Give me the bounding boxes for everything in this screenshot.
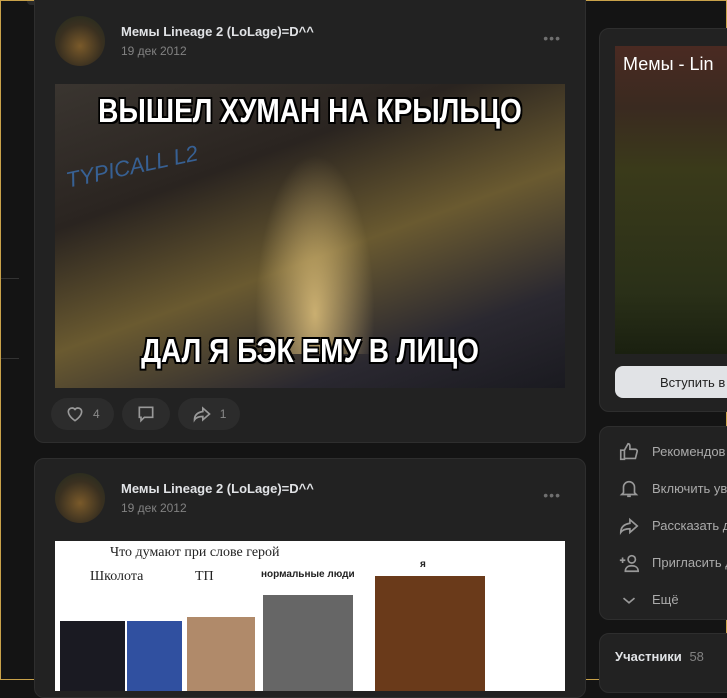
menu-label: Рекомендов [652,444,726,459]
thumbs-up-icon [619,442,639,460]
image-label: ТП [195,569,214,584]
group-name[interactable]: Мемы Lineage 2 (LoLage)=D^^ [121,481,314,496]
group-actions-menu: Рекомендов Включить ув Рассказать д Приг… [599,426,727,620]
post-image[interactable]: TYPICALL L2 ВЫШЕЛ ХУМАН НА КРЫЛЬЦО ДАЛ Я… [55,84,565,388]
bell-icon [619,480,639,497]
meme-top-text: ВЫШЕЛ ХУМАН НА КРЫЛЬЦО [98,92,522,129]
share-count: 1 [219,407,227,421]
menu-label: Включить ув [652,481,727,496]
post-date[interactable]: 19 дек 2012 [121,501,314,515]
menu-invite[interactable]: Пригласить д [600,544,727,581]
post-card: Мемы Lineage 2 (LoLage)=D^^ 19 дек 2012 … [34,0,586,443]
chevron-down-icon [622,597,636,604]
comment-button[interactable] [121,398,170,430]
menu-notifications[interactable]: Включить ув [600,470,727,507]
group-avatar[interactable] [55,16,105,66]
menu-label: Ещё [652,592,679,607]
members-count: 58 [689,649,704,664]
image-title: Что думают при слове герой [110,545,280,560]
share-icon [193,406,211,423]
members-label: Участники [615,649,682,664]
post-card: Мемы Lineage 2 (LoLage)=D^^ 19 дек 2012 … [34,458,586,698]
members-card[interactable]: Участники 58 [599,633,727,693]
image-label: Школота [90,569,144,584]
menu-share[interactable]: Рассказать д [600,507,727,544]
left-strip [1,1,19,681]
menu-recommend[interactable]: Рекомендов [600,433,727,470]
image-label: нормальные люди [261,569,355,580]
menu-label: Рассказать д [652,518,727,533]
watermark: TYPICALL L2 [63,140,201,193]
add-user-icon [619,554,639,572]
group-cover[interactable]: Мемы - Lin [615,46,727,354]
post-date[interactable]: 19 дек 2012 [121,44,314,58]
comment-icon [138,406,154,423]
menu-more[interactable]: Ещё [600,581,727,618]
like-button[interactable]: 4 [51,398,114,430]
like-count: 4 [93,407,100,421]
group-cover-card: Мемы - Lin Вступить в [599,28,727,412]
menu-label: Пригласить д [652,555,727,570]
heart-icon [67,407,83,422]
post-image[interactable]: Что думают при слове герой Школота ТП но… [55,541,565,691]
meme-bottom-text: ДАЛ Я БЭК ЕМУ В ЛИЦО [141,332,479,369]
image-label: я [420,559,426,570]
cover-title: Мемы - Lin [623,54,714,74]
group-avatar[interactable] [55,473,105,523]
group-name[interactable]: Мемы Lineage 2 (LoLage)=D^^ [121,24,314,39]
more-options-icon[interactable]: ••• [543,487,561,503]
share-button[interactable]: 1 [177,398,241,430]
more-options-icon[interactable]: ••• [543,30,561,46]
share-icon [619,517,639,535]
join-button[interactable]: Вступить в [615,366,727,398]
